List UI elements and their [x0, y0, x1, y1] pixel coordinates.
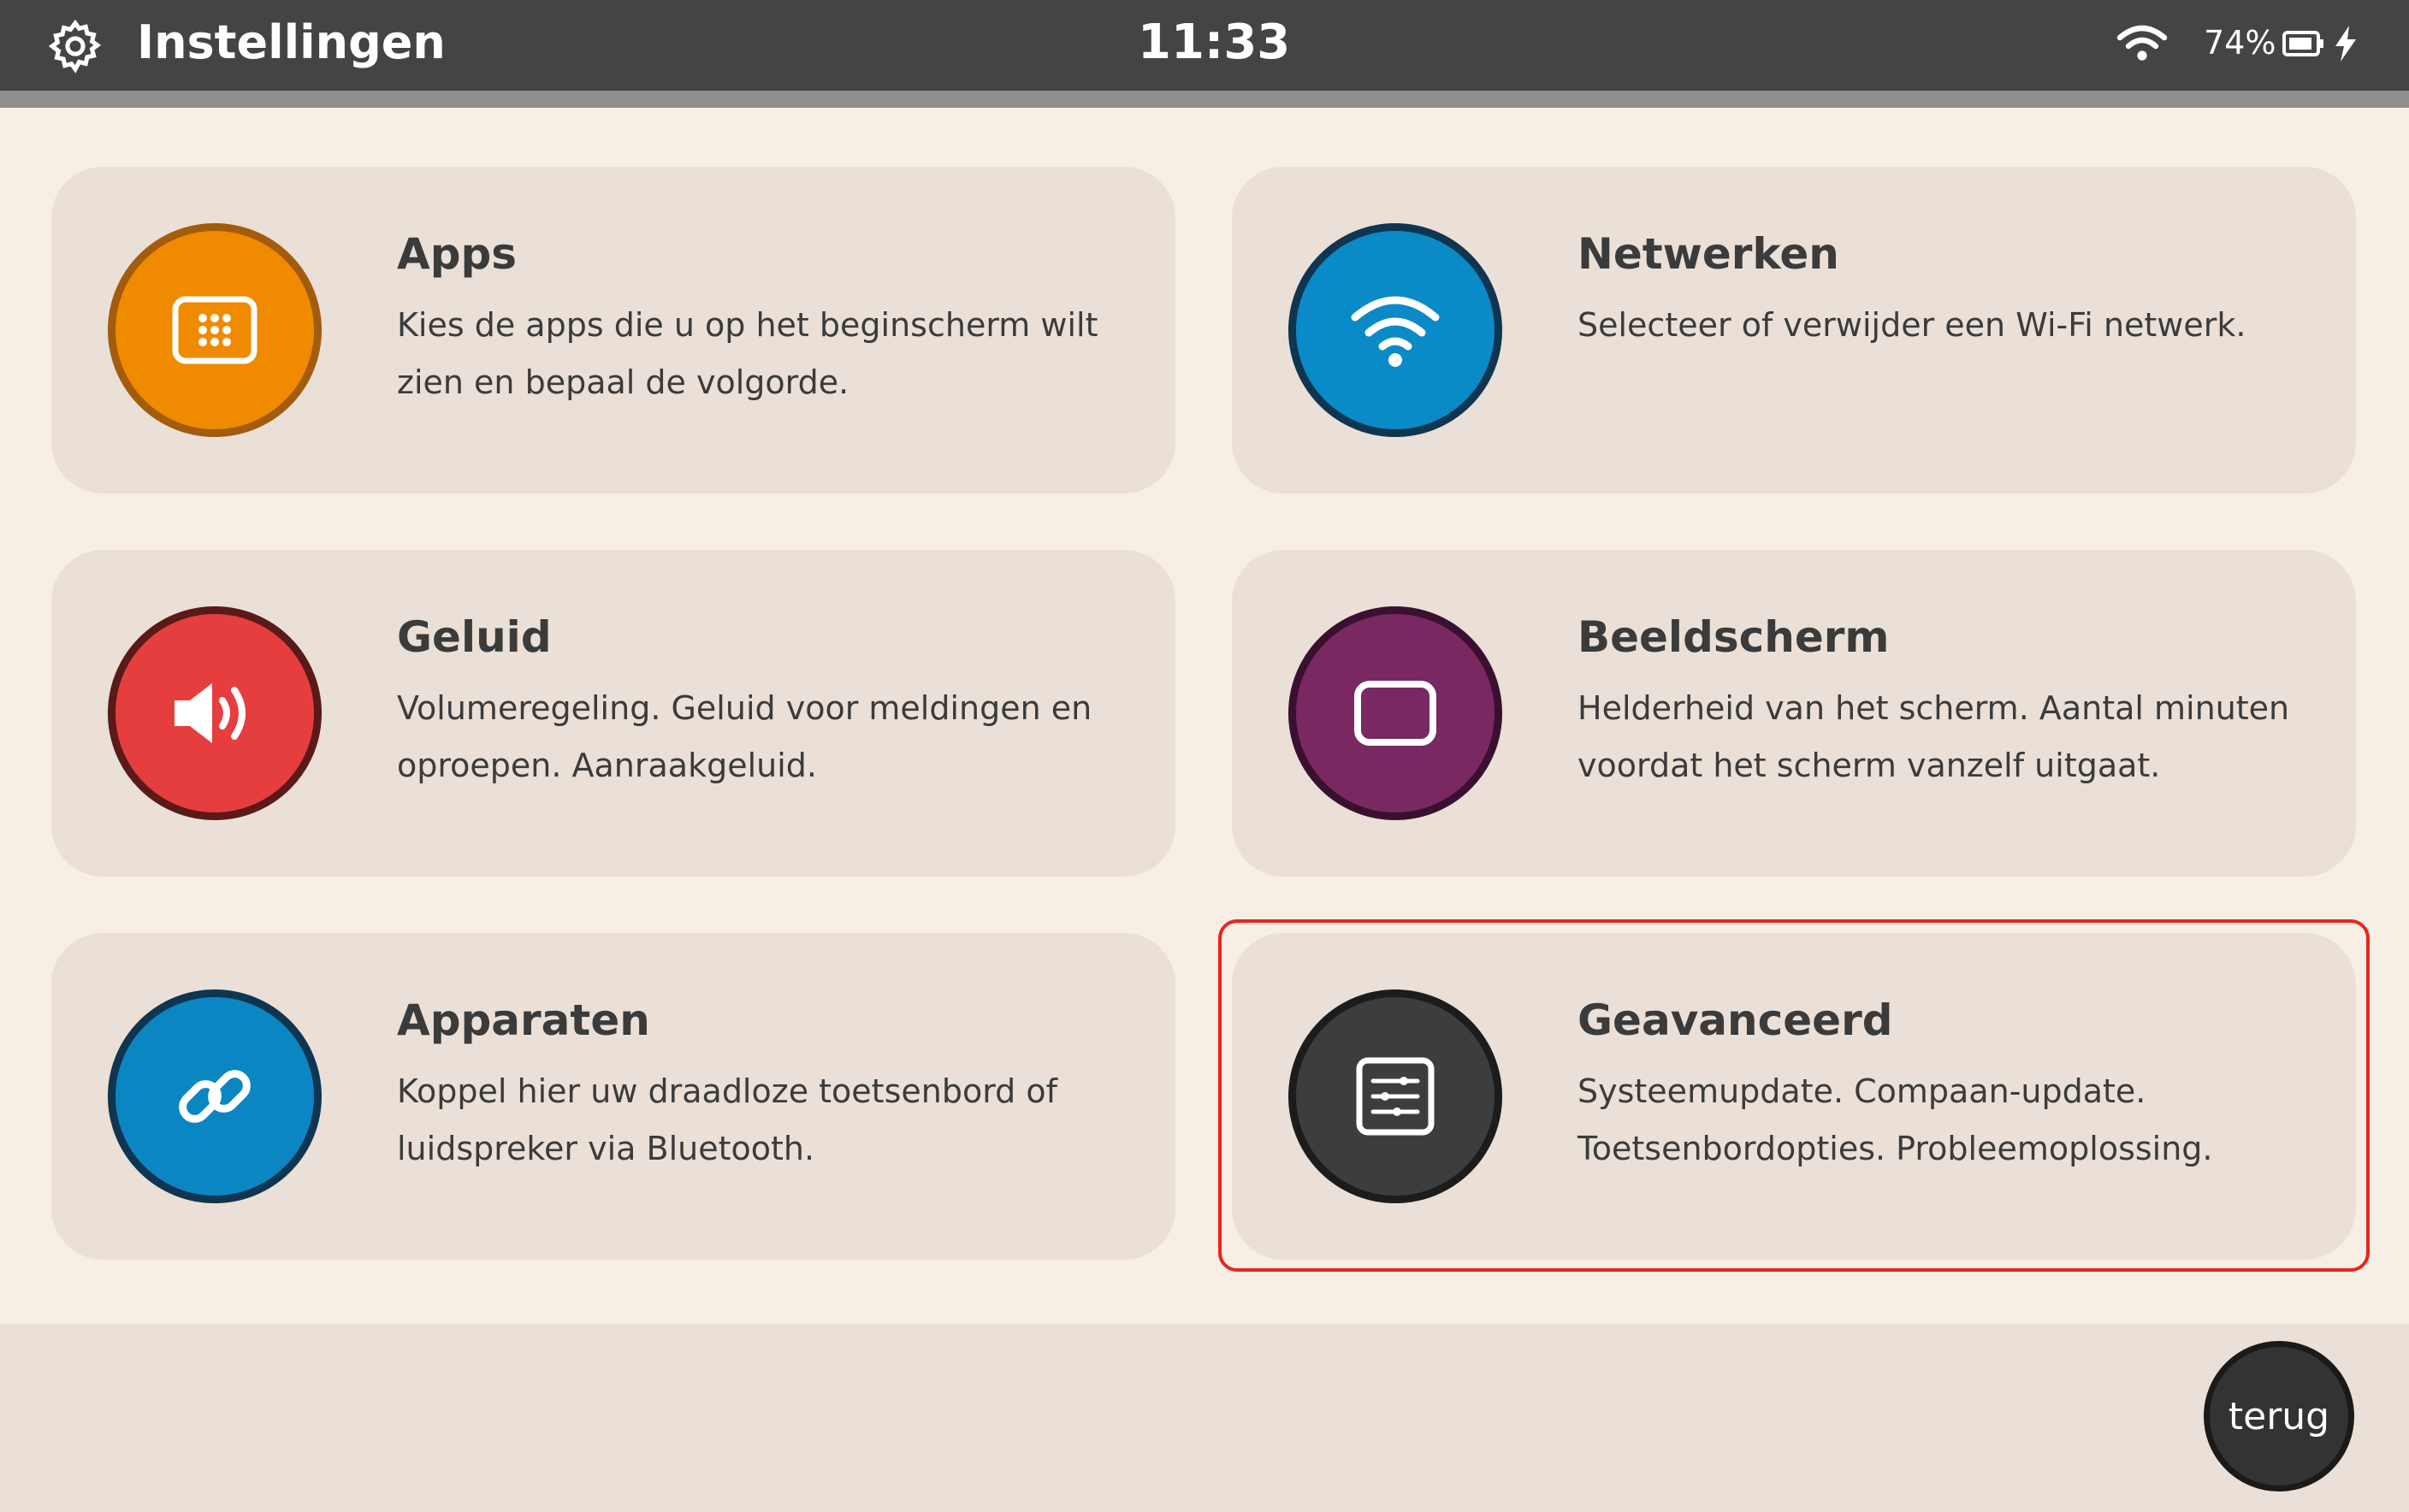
settings-card-apparaten[interactable]: Apparaten Koppel hier uw draadloze toets… — [51, 933, 1175, 1260]
card-description: Kies de apps die u op het beginscherm wi… — [397, 306, 1098, 401]
card-description: Koppel hier uw draadloze toetsenbord of … — [397, 1072, 1057, 1167]
page-title: Instellingen — [137, 15, 446, 69]
link-icon — [108, 989, 322, 1203]
screen-icon — [1288, 606, 1502, 820]
gear-icon — [48, 19, 102, 74]
back-button[interactable]: terug — [2204, 1341, 2354, 1491]
card-description: Selecteer of verwijder een Wi-Fi netwerk… — [1577, 306, 2246, 344]
card-title: Apps — [397, 229, 518, 279]
wifi-icon — [1288, 223, 1502, 437]
card-title: Geluid — [397, 612, 552, 662]
settings-card-beeldscherm[interactable]: Beeldscherm Helderheid van het scherm. A… — [1232, 550, 2356, 877]
wifi-status-icon — [2116, 25, 2168, 61]
battery-icon — [2282, 31, 2323, 56]
speaker-icon — [108, 606, 322, 820]
apps-grid-icon — [108, 223, 322, 437]
card-title: Beeldscherm — [1577, 612, 1890, 662]
battery-percentage: 74% — [2204, 24, 2276, 62]
card-title: Apparaten — [397, 995, 650, 1045]
status-bar: Instellingen 11:33 74% — [0, 0, 2409, 108]
charging-icon — [2335, 26, 2356, 62]
card-description: Helderheid van het scherm. Aantal minute… — [1577, 689, 2290, 784]
card-title: Netwerken — [1577, 229, 1839, 279]
settings-card-netwerken[interactable]: Netwerken Selecteer of verwijder een Wi-… — [1232, 167, 2356, 493]
clock: 11:33 — [1138, 15, 1291, 70]
status-bar-divider — [0, 91, 2409, 108]
bottom-bar — [0, 1324, 2409, 1512]
card-description: Volumeregeling. Geluid voor meldingen en… — [397, 689, 1092, 784]
settings-card-geluid[interactable]: Geluid Volumeregeling. Geluid voor meldi… — [51, 550, 1175, 877]
settings-card-apps[interactable]: Apps Kies de apps die u op het beginsche… — [51, 167, 1175, 493]
selection-highlight — [1218, 919, 2370, 1272]
